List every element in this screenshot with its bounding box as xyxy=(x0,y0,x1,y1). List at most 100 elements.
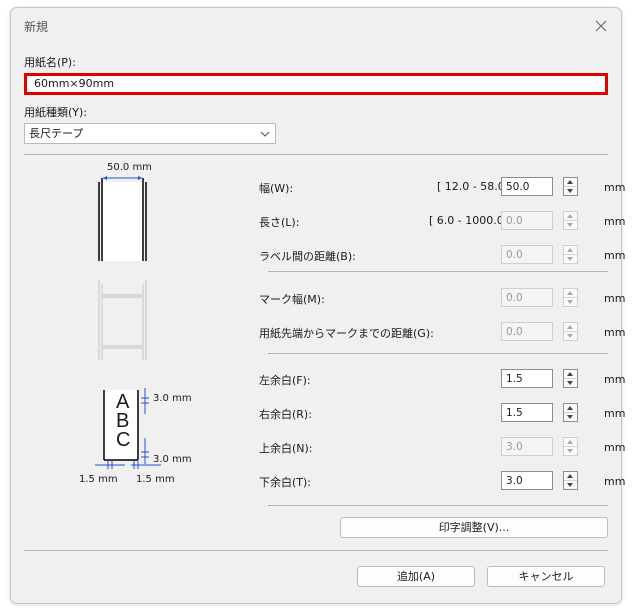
margin-bottom-spin-down[interactable] xyxy=(564,481,577,489)
width-spin-up[interactable] xyxy=(564,178,577,187)
preview-top-margin-text: 3.0 mm xyxy=(153,393,192,404)
margin-left-spinner[interactable] xyxy=(563,369,578,388)
margin-left-unit: mm xyxy=(604,373,626,386)
width-input[interactable]: 50.0 xyxy=(501,177,553,196)
length-range: [ 6.0 - 1000.0 ] xyxy=(429,214,512,227)
spin-up-icon xyxy=(567,214,573,218)
spin-down-icon xyxy=(567,189,573,193)
mark-width-spin-up[interactable] xyxy=(564,289,577,298)
margin-top-input[interactable]: 3.0 xyxy=(501,437,553,456)
spin-down-icon xyxy=(567,415,573,419)
paper-name-input[interactable]: 60mm×90mm xyxy=(24,73,608,95)
dialog-title: 新規 xyxy=(24,20,49,34)
margin-bottom-spinner[interactable] xyxy=(563,471,578,490)
new-paper-dialog: 新規 用紙名(P): 60mm×90mm 用紙種類(Y): 長尺テープ 50.0… xyxy=(10,7,626,604)
spin-up-icon xyxy=(567,291,573,295)
length-unit: mm xyxy=(604,215,626,228)
margin-right-unit: mm xyxy=(604,407,626,420)
spin-up-icon xyxy=(567,474,573,478)
margin-top-spin-down[interactable] xyxy=(564,447,577,455)
margin-left-spin-up[interactable] xyxy=(564,370,577,379)
mark-distance-spin-up[interactable] xyxy=(564,323,577,332)
width-unit: mm xyxy=(604,181,626,194)
print-adjust-button[interactable]: 印字調整(V)... xyxy=(340,517,608,538)
mark-distance-unit: mm xyxy=(604,326,626,339)
spin-up-icon xyxy=(567,248,573,252)
preview-width-text: 50.0 mm xyxy=(107,162,152,173)
preview-left-margin-text: 1.5 mm xyxy=(79,474,118,485)
margin-right-spinner[interactable] xyxy=(563,403,578,422)
margin-left-label: 左余白(F): xyxy=(259,374,311,387)
paper-type-value: 長尺テープ xyxy=(29,127,84,140)
mark-width-spinner[interactable] xyxy=(563,288,578,307)
label-gap-spin-down[interactable] xyxy=(564,255,577,263)
divider-bottom xyxy=(24,550,608,551)
label-gap-spinner[interactable] xyxy=(563,245,578,264)
spin-down-icon xyxy=(567,381,573,385)
preview-letter-b: B xyxy=(116,410,130,432)
preview-letter-a: A xyxy=(116,391,130,413)
margin-bottom-label: 下余白(T): xyxy=(259,476,312,489)
paper-type-label: 用紙種類(Y): xyxy=(24,106,88,119)
margin-top-label: 上余白(N): xyxy=(259,442,313,455)
margin-bottom-spin-up[interactable] xyxy=(564,472,577,481)
margin-bottom-input[interactable]: 3.0 xyxy=(501,471,553,490)
paper-type-select[interactable]: 長尺テープ xyxy=(24,123,276,144)
margin-right-label: 右余白(R): xyxy=(259,408,312,421)
margin-top-spin-up[interactable] xyxy=(564,438,577,447)
spin-up-icon xyxy=(567,325,573,329)
paper-name-label: 用紙名(P): xyxy=(24,56,76,69)
margin-bottom-unit: mm xyxy=(604,475,626,488)
divider-top xyxy=(24,154,608,155)
divider-label xyxy=(268,271,608,272)
spin-down-icon xyxy=(567,483,573,487)
mark-distance-spinner[interactable] xyxy=(563,322,578,341)
length-input[interactable]: 0.0 xyxy=(501,211,553,230)
mark-width-label: マーク幅(M): xyxy=(259,293,325,306)
margin-right-spin-up[interactable] xyxy=(564,404,577,413)
margin-left-input[interactable]: 1.5 xyxy=(501,369,553,388)
spin-down-icon xyxy=(567,223,573,227)
spin-up-icon xyxy=(567,440,573,444)
spin-down-icon xyxy=(567,334,573,338)
label-gap-input[interactable]: 0.0 xyxy=(501,245,553,264)
label-gap-spin-up[interactable] xyxy=(564,246,577,255)
width-label: 幅(W): xyxy=(259,182,294,195)
preview-right-margin-text: 1.5 mm xyxy=(136,474,175,485)
preview-bottom-margin-text: 3.0 mm xyxy=(153,454,192,465)
add-button[interactable]: 追加(A) xyxy=(357,566,475,587)
divider-margin xyxy=(268,505,608,506)
width-spin-down[interactable] xyxy=(564,187,577,195)
length-spin-down[interactable] xyxy=(564,221,577,229)
length-spinner[interactable] xyxy=(563,211,578,230)
length-spin-up[interactable] xyxy=(564,212,577,221)
margin-top-spinner[interactable] xyxy=(563,437,578,456)
width-spinner[interactable] xyxy=(563,177,578,196)
close-icon[interactable] xyxy=(591,16,611,36)
mark-width-spin-down[interactable] xyxy=(564,298,577,306)
spin-up-icon xyxy=(567,372,573,376)
spin-down-icon xyxy=(567,300,573,304)
mark-distance-label: 用紙先端からマークまでの距離(G): xyxy=(259,327,434,340)
label-gap-label: ラベル間の距離(B): xyxy=(259,250,356,263)
cancel-button[interactable]: キャンセル xyxy=(487,566,605,587)
mark-width-input[interactable]: 0.0 xyxy=(501,288,553,307)
spin-down-icon xyxy=(567,257,573,261)
mark-width-unit: mm xyxy=(604,292,626,305)
margin-right-input[interactable]: 1.5 xyxy=(501,403,553,422)
spin-down-icon xyxy=(567,449,573,453)
margin-left-spin-down[interactable] xyxy=(564,379,577,387)
mark-distance-input[interactable]: 0.0 xyxy=(501,322,553,341)
title-bar: 新規 xyxy=(11,8,621,46)
spin-up-icon xyxy=(567,180,573,184)
width-preview-diagram xyxy=(98,176,147,261)
length-label: 長さ(L): xyxy=(259,216,300,229)
label-gap-unit: mm xyxy=(604,249,626,262)
preview-letter-c: C xyxy=(116,429,131,451)
margin-right-spin-down[interactable] xyxy=(564,413,577,421)
chevron-down-icon xyxy=(260,131,270,137)
margin-top-unit: mm xyxy=(604,441,626,454)
divider-mark xyxy=(268,353,608,354)
spin-up-icon xyxy=(567,406,573,410)
mark-distance-spin-down[interactable] xyxy=(564,332,577,340)
